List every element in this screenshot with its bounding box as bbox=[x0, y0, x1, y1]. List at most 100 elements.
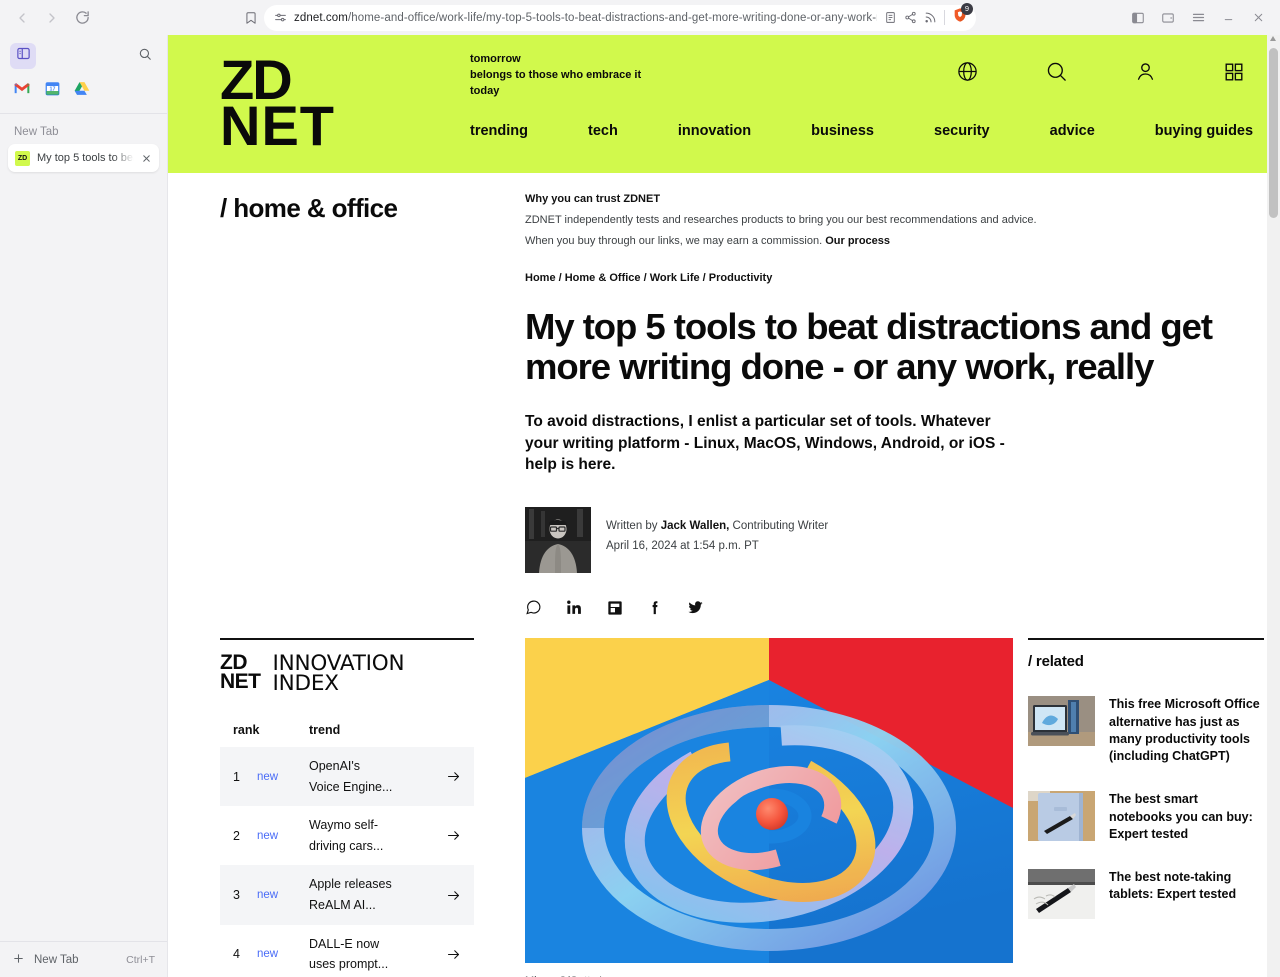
nav-item-innovation[interactable]: innovation bbox=[678, 123, 751, 139]
row-trend-line-2: ReALM AI... bbox=[309, 898, 376, 913]
grid-apps-icon[interactable] bbox=[1223, 61, 1245, 83]
reload-button[interactable] bbox=[68, 4, 96, 32]
author-avatar bbox=[525, 507, 591, 574]
back-arrow-icon bbox=[14, 10, 30, 26]
notetaking-thumbnail bbox=[1028, 869, 1095, 920]
arrow-right-icon[interactable] bbox=[446, 828, 461, 843]
facebook-icon[interactable] bbox=[647, 599, 663, 616]
sidebar-panel-button[interactable] bbox=[10, 43, 36, 69]
nav-item-buying-guides[interactable]: buying guides bbox=[1155, 123, 1253, 139]
row-status: new bbox=[257, 889, 279, 902]
row-status: new bbox=[257, 948, 279, 961]
list-item[interactable]: The best note-taking tablets: Expert tes… bbox=[1028, 869, 1264, 920]
page-title: / home & office bbox=[220, 193, 398, 223]
table-row[interactable]: 4 new DALL-E now uses prompt... bbox=[220, 925, 474, 977]
site-header: ZD NET tomorrow belongs to those who emb… bbox=[168, 35, 1280, 173]
row-trend: OpenAI's Voice Engine... bbox=[309, 756, 446, 797]
linkedin-icon[interactable] bbox=[566, 599, 583, 616]
site-nav: trending tech innovation business securi… bbox=[470, 123, 1253, 139]
nav-item-tech[interactable]: tech bbox=[588, 123, 618, 139]
sidebar-new-tab-button[interactable]: New Tab Ctrl+T bbox=[0, 941, 167, 977]
sidebar-toggle-button[interactable] bbox=[1124, 4, 1152, 32]
byline-prefix: Written by bbox=[606, 520, 661, 533]
our-process-link[interactable]: Our process bbox=[825, 235, 890, 247]
svg-text:17: 17 bbox=[49, 87, 55, 93]
list-item[interactable]: The best smart notebooks you can buy: Ex… bbox=[1028, 791, 1264, 843]
row-trend-line-1: DALL-E now bbox=[309, 936, 380, 951]
row-trend-line-1: Apple releases bbox=[309, 877, 392, 892]
related-rule: / related bbox=[1028, 638, 1264, 670]
bookmark-icon[interactable] bbox=[244, 11, 258, 25]
brave-shield-button[interactable]: 9 bbox=[952, 3, 973, 28]
scroll-up-arrow-icon[interactable] bbox=[1270, 36, 1276, 41]
share-icon[interactable] bbox=[904, 11, 917, 24]
reload-icon bbox=[75, 10, 90, 25]
gmail-bookmark[interactable] bbox=[10, 79, 34, 103]
page-scrollbar[interactable] bbox=[1267, 35, 1280, 977]
nav-item-trending[interactable]: trending bbox=[470, 123, 528, 139]
close-window-button[interactable] bbox=[1244, 4, 1272, 32]
tab-close-button[interactable] bbox=[141, 153, 152, 164]
plus-icon bbox=[12, 952, 25, 968]
app-body: 17 New Tab ZD My top 5 tools to beat di … bbox=[0, 35, 1280, 977]
address-bar[interactable]: zdnet.com/home-and-office/work-life/my-t… bbox=[264, 3, 976, 31]
twitter-icon[interactable] bbox=[687, 599, 704, 616]
arrow-right-icon[interactable] bbox=[446, 888, 461, 903]
list-item[interactable]: This free Microsoft Office alternative h… bbox=[1028, 696, 1264, 765]
article-headline: My top 5 tools to beat distractions and … bbox=[525, 306, 1213, 388]
nav-item-business[interactable]: business bbox=[811, 123, 874, 139]
reader-mode-icon[interactable] bbox=[884, 11, 897, 24]
column-header-trend: trend bbox=[309, 722, 341, 737]
sidebar-search-button[interactable] bbox=[133, 44, 157, 68]
row-trend-line-2: uses prompt... bbox=[309, 957, 389, 972]
hero-column: MirageC/Getty Images bbox=[474, 638, 1028, 977]
zdnet-logo[interactable]: ZD NET bbox=[220, 35, 470, 173]
account-icon[interactable] bbox=[1134, 60, 1157, 83]
browser-menu-button[interactable] bbox=[1184, 4, 1212, 32]
forward-button[interactable] bbox=[38, 4, 66, 32]
trust-line-2-text: When you buy through our links, we may e… bbox=[525, 235, 826, 247]
url-path: /home-and-office/work-life/my-top-5-tool… bbox=[347, 11, 877, 24]
rss-icon[interactable] bbox=[924, 11, 937, 24]
arrow-right-icon[interactable] bbox=[446, 769, 461, 784]
minimize-button[interactable] bbox=[1214, 4, 1242, 32]
breadcrumb[interactable]: Home / Home & Office / Work Life / Produ… bbox=[525, 272, 1216, 284]
url-text: zdnet.com/home-and-office/work-life/my-t… bbox=[294, 12, 877, 24]
trust-title: Why you can trust ZDNET bbox=[525, 193, 661, 205]
back-button[interactable] bbox=[8, 4, 36, 32]
wallet-icon bbox=[1161, 11, 1175, 25]
google-calendar-bookmark[interactable]: 17 bbox=[40, 79, 64, 103]
comment-icon[interactable] bbox=[525, 599, 542, 616]
article-column: Why you can trust ZDNET ZDNET independen… bbox=[474, 173, 1216, 616]
row-rank: 3 bbox=[233, 888, 240, 903]
section-column: / home & office bbox=[220, 173, 474, 616]
omnibox-region: zdnet.com/home-and-office/work-life/my-t… bbox=[102, 3, 1118, 31]
table-row[interactable]: 2 new Waymo self- driving cars... bbox=[220, 806, 474, 865]
sidebar-header bbox=[0, 35, 167, 73]
tagline-line-2: belongs to those who embrace it bbox=[470, 68, 642, 81]
omnibox-divider bbox=[944, 10, 945, 25]
table-row[interactable]: 1 new OpenAI's Voice Engine... bbox=[220, 746, 474, 807]
site-settings-icon[interactable] bbox=[274, 11, 287, 24]
row-status: new bbox=[257, 770, 279, 783]
hamburger-menu-icon bbox=[1191, 10, 1206, 25]
search-icon[interactable] bbox=[1045, 60, 1068, 83]
author-name[interactable]: Jack Wallen, bbox=[661, 520, 730, 532]
google-drive-bookmark[interactable] bbox=[70, 79, 94, 103]
arrow-right-icon[interactable] bbox=[446, 947, 461, 962]
search-icon bbox=[138, 47, 152, 66]
byline-author: Written by Jack Wallen, Contributing Wri… bbox=[606, 520, 828, 532]
nav-item-security[interactable]: security bbox=[934, 123, 990, 139]
wallet-button[interactable] bbox=[1154, 4, 1182, 32]
table-row[interactable]: 3 new Apple releases ReALM AI... bbox=[220, 865, 474, 925]
nav-item-advice[interactable]: advice bbox=[1050, 123, 1095, 139]
zdnet-page: ZD NET tomorrow belongs to those who emb… bbox=[168, 35, 1280, 977]
sidebar-tab-active[interactable]: ZD My top 5 tools to beat di bbox=[8, 144, 159, 172]
scrollbar-thumb[interactable] bbox=[1269, 48, 1278, 218]
sidebar-toggle-icon bbox=[1131, 11, 1145, 25]
related-headline: The best smart notebooks you can buy: Ex… bbox=[1109, 792, 1253, 841]
column-header-rank: rank bbox=[233, 722, 260, 737]
globe-icon[interactable] bbox=[956, 60, 979, 83]
flipboard-icon[interactable] bbox=[607, 600, 623, 616]
